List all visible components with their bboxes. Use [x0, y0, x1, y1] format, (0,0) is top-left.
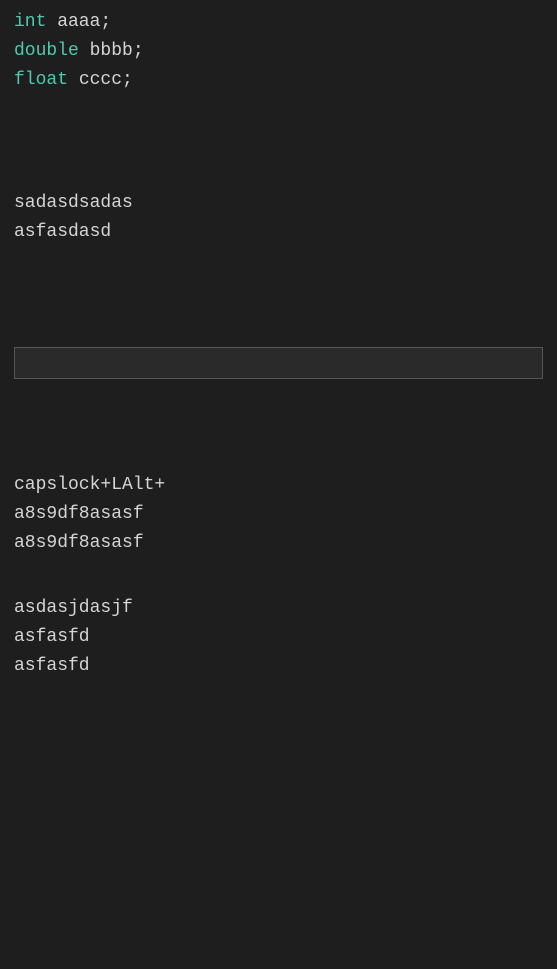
- var-cccc: cccc;: [68, 70, 133, 90]
- line-int: int aaaa;: [14, 8, 543, 37]
- keyword-int: int: [14, 12, 46, 32]
- plain-line-asfasdasd: asfasdasd: [14, 218, 543, 247]
- plain-line-sadasdsadas: sadasdsadas: [14, 189, 543, 218]
- var-bbbb: bbbb;: [79, 41, 144, 61]
- keyword-double: double: [14, 41, 79, 61]
- line-float: float cccc;: [14, 66, 543, 95]
- text-input[interactable]: [14, 347, 543, 379]
- plain-line-a8s2: a8s9df8asasf: [14, 529, 543, 558]
- code-editor: int aaaa; double bbbb; float cccc; sadas…: [14, 8, 543, 681]
- var-aaaa: aaaa;: [46, 12, 111, 32]
- plain-block-1: sadasdsadas asfasdasd: [14, 189, 543, 247]
- blank-line-3: [14, 160, 543, 189]
- blank-line-6: [14, 312, 543, 341]
- declarations-section: int aaaa; double bbbb; float cccc;: [14, 8, 543, 94]
- line-double: double bbbb;: [14, 37, 543, 66]
- blank-line-4: [14, 254, 543, 283]
- plain-line-a8s1: a8s9df8asasf: [14, 500, 543, 529]
- blank-line-8: [14, 414, 543, 443]
- blank-line-9: [14, 442, 543, 471]
- keyword-float: float: [14, 70, 68, 90]
- plain-block-3: asdasjdasjf asfasfd asfasfd: [14, 594, 543, 680]
- plain-line-asfasfd-2: asfasfd: [14, 652, 543, 681]
- plain-line-asdasjdasjf: asdasjdasjf: [14, 594, 543, 623]
- blank-line-5: [14, 283, 543, 312]
- plain-block-2: capslock+LAlt+ a8s9df8asasf a8s9df8asasf: [14, 471, 543, 557]
- blank-line-7: [14, 385, 543, 414]
- blank-line-2: [14, 131, 543, 160]
- blank-line-1: [14, 102, 543, 131]
- plain-line-capslock: capslock+LAlt+: [14, 471, 543, 500]
- plain-line-asfasfd-1: asfasfd: [14, 623, 543, 652]
- blank-line-10: [14, 566, 543, 595]
